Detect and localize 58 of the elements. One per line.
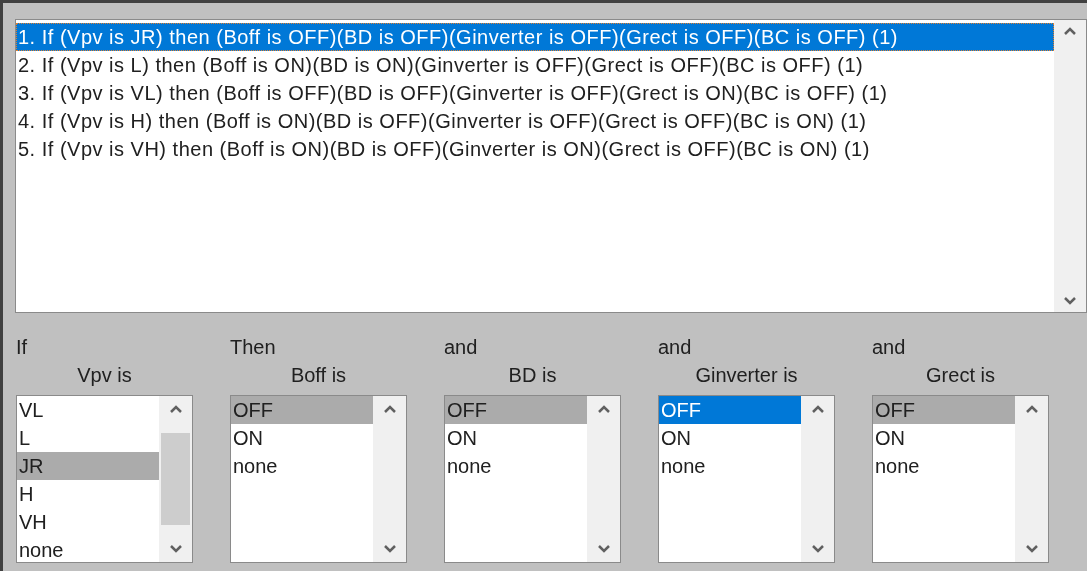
option-list[interactable]: OFF ON none: [658, 395, 835, 563]
connective-label: and: [444, 335, 478, 360]
scrollbar[interactable]: [373, 396, 406, 562]
rule-item[interactable]: 1. If (Vpv is JR) then (Boff is OFF)(BD is OFF)(Ginverter is OFF)(Grect is OFF)(BC is OFF) (1): [16, 23, 1054, 51]
connective-label: Then: [230, 335, 276, 360]
option-item[interactable]: ON: [231, 424, 373, 452]
scrollbar[interactable]: [801, 396, 834, 562]
scrollbar[interactable]: [159, 396, 192, 562]
scroll-up-icon[interactable]: [1063, 26, 1077, 36]
scroll-up-icon[interactable]: [168, 404, 183, 414]
rule-item[interactable]: 3. If (Vpv is VL) then (Boff is OFF)(BD is OFF)(Ginverter is OFF)(Grect is ON)(BC is OFF) (1): [16, 79, 1054, 107]
option-list[interactable]: VL L JR H VH none: [16, 395, 193, 563]
connective-label: and: [872, 335, 906, 360]
option-item[interactable]: OFF: [445, 396, 587, 424]
option-item[interactable]: VL: [17, 396, 159, 424]
option-item[interactable]: none: [17, 536, 159, 562]
variable-label: Boff is: [290, 363, 347, 388]
variable-label: Grect is: [926, 363, 995, 388]
option-item[interactable]: none: [445, 452, 587, 480]
option-list[interactable]: OFF ON none: [444, 395, 621, 563]
rule-item[interactable]: 4. If (Vpv is H) then (Boff is ON)(BD is OFF)(Ginverter is OFF)(Grect is OFF)(BC is ON) (1): [16, 107, 1054, 135]
option-list[interactable]: OFF ON none: [230, 395, 407, 563]
connective-label: If: [16, 335, 28, 360]
option-item[interactable]: L: [17, 424, 159, 452]
option-item[interactable]: ON: [873, 424, 1015, 452]
rule-list[interactable]: [15, 19, 1087, 313]
variable-label: Ginverter is: [695, 363, 798, 388]
option-item[interactable]: none: [231, 452, 373, 480]
scroll-up-icon[interactable]: [596, 404, 611, 414]
option-item[interactable]: VH: [17, 508, 159, 536]
scroll-down-icon[interactable]: [1024, 544, 1039, 554]
option-item[interactable]: OFF: [873, 396, 1015, 424]
variable-label: BD is: [508, 363, 557, 388]
rule-item[interactable]: 5. If (Vpv is VH) then (Boff is ON)(BD is OFF)(Ginverter is ON)(Grect is OFF)(BC is ON) (1): [16, 135, 1054, 163]
scroll-down-icon[interactable]: [168, 544, 183, 554]
scroll-up-icon[interactable]: [1024, 404, 1039, 414]
variable-label: Vpv is: [77, 363, 132, 388]
connective-label: and: [658, 335, 692, 360]
scroll-down-icon[interactable]: [1063, 296, 1077, 306]
scroll-up-icon[interactable]: [810, 404, 825, 414]
rule-item[interactable]: 2. If (Vpv is L) then (Boff is ON)(BD is ON)(Ginverter is OFF)(Grect is OFF)(BC is OFF) (1): [16, 51, 1054, 79]
scroll-thumb[interactable]: [161, 433, 190, 525]
option-item[interactable]: none: [659, 452, 801, 480]
option-item[interactable]: OFF: [231, 396, 373, 424]
scroll-down-icon[interactable]: [382, 544, 397, 554]
option-item[interactable]: ON: [445, 424, 587, 452]
option-item[interactable]: OFF: [659, 396, 801, 424]
option-item[interactable]: ON: [659, 424, 801, 452]
scroll-down-icon[interactable]: [810, 544, 825, 554]
scrollbar[interactable]: [1015, 396, 1048, 562]
option-list[interactable]: OFF ON none: [872, 395, 1049, 563]
scroll-down-icon[interactable]: [596, 544, 611, 554]
option-item[interactable]: none: [873, 452, 1015, 480]
option-item[interactable]: H: [17, 480, 159, 508]
scroll-up-icon[interactable]: [382, 404, 397, 414]
scrollbar[interactable]: [587, 396, 620, 562]
option-item[interactable]: JR: [17, 452, 159, 480]
scrollbar[interactable]: [1054, 20, 1086, 312]
